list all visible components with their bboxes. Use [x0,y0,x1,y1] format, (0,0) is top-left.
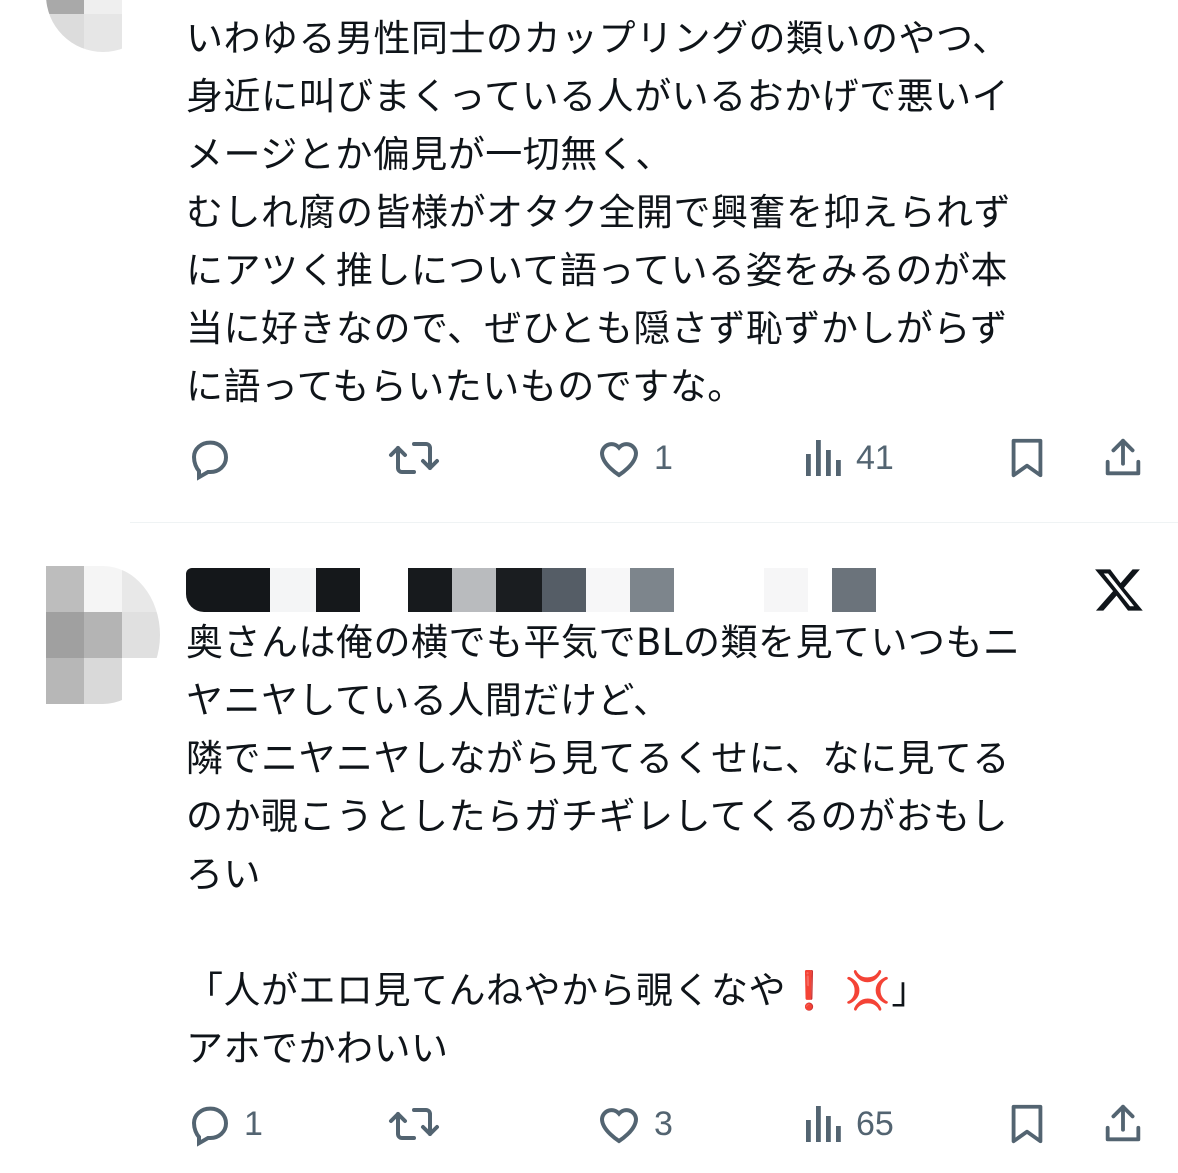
author-name-redacted[interactable] [186,568,876,612]
post-text: 奥さんは俺の横でも平気でBLの類を見ていつもニ ヤニヤしている人間だけど、 隣で… [186,614,1126,1078]
reply-icon [191,1106,229,1147]
repost-icon [389,1108,439,1140]
like-button[interactable]: 3 [594,1096,673,1152]
post-2: 奥さんは俺の横でも平気でBLの類を見ていつもニ ヤニヤしている人間だけど、 隣で… [0,528,1178,1173]
views-icon [806,440,841,476]
reply-icon [191,440,229,481]
post-text-quote: 「人がエロ見てんねやから覗くなや [186,969,786,1012]
avatar-redacted[interactable] [46,566,160,704]
share-button[interactable] [1100,430,1146,486]
exclamation-emoji-icon: ❗ [786,969,833,1012]
action-bar: 1 41 [186,430,1154,486]
post-text-body: 奥さんは俺の横でも平気でBLの類を見ていつもニ ヤニヤしている人間だけど、 隣で… [186,621,1021,896]
share-icon [1105,1104,1141,1142]
like-count: 1 [654,438,673,477]
share-icon [1105,438,1141,476]
reply-button[interactable]: 1 [186,1096,263,1152]
avatar-redacted[interactable] [46,0,160,52]
post-text-tail: アホでかわいい [186,1027,449,1070]
views-icon [806,1106,841,1142]
share-button[interactable] [1100,1096,1146,1152]
views-count: 65 [856,1104,894,1143]
views-count: 41 [856,438,894,477]
bookmark-icon [1011,1104,1043,1144]
bookmark-button[interactable] [1004,430,1050,486]
action-bar: 1 3 65 [186,1096,1154,1152]
views-button[interactable]: 65 [802,1096,894,1152]
bookmark-icon [1011,438,1043,478]
post-text: いわゆる男性同士のカップリングの類いのやつ、 身近に叫びまくっている人がいるおか… [186,17,1011,408]
repost-button[interactable] [386,1096,452,1152]
post-1: いわゆる男性同士のカップリングの類いのやつ、 身近に叫びまくっている人がいるおか… [0,0,1178,520]
views-button[interactable]: 41 [802,430,894,486]
x-logo-icon[interactable] [1094,564,1146,616]
bookmark-button[interactable] [1004,1096,1050,1152]
like-button[interactable]: 1 [594,430,673,486]
post-divider [130,522,1178,523]
like-count: 3 [654,1104,673,1143]
post-text-quote-close: 」 [891,969,929,1012]
like-icon [599,1108,639,1144]
reply-button[interactable] [186,430,244,486]
repost-icon [389,442,439,474]
anger-emoji-icon: 💢 [844,969,892,1012]
reply-count: 1 [244,1104,263,1143]
like-icon [599,442,639,478]
repost-button[interactable] [386,430,452,486]
